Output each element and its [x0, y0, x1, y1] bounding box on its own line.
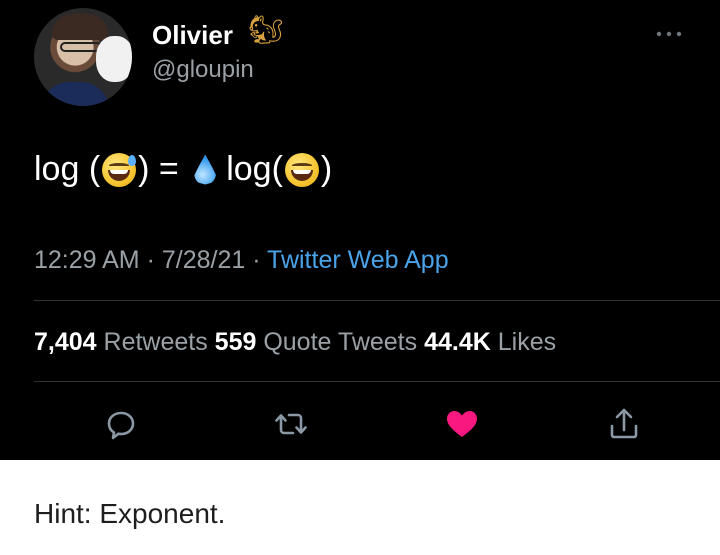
share-icon [610, 408, 638, 439]
more-horizontal-icon [656, 31, 682, 37]
avatar-hair [52, 14, 108, 40]
display-name[interactable]: Olivier [152, 20, 233, 51]
like-button[interactable] [442, 404, 482, 444]
tweet-card: Olivier 🐿 @gloupin log ( ) = log( ) 12:2… [0, 0, 720, 460]
avatar-cat [96, 36, 132, 82]
likes-label: Likes [490, 328, 557, 356]
user-handle[interactable]: @gloupin [152, 56, 254, 84]
tweet-time[interactable]: 12:29 AM [34, 246, 140, 274]
quote-tweets-stat[interactable]: 559 Quote Tweets [215, 328, 424, 356]
retweets-count: 7,404 [34, 328, 97, 356]
droplet-icon [194, 154, 217, 185]
tweet-text-part2: ) = [138, 150, 189, 188]
retweet-button[interactable] [271, 404, 311, 444]
tweet-source-link[interactable]: Twitter Web App [267, 246, 449, 274]
tweet-date[interactable]: 7/28/21 [162, 246, 245, 274]
quote-tweets-label: Quote Tweets [256, 328, 425, 356]
share-button[interactable] [604, 404, 644, 444]
divider [34, 381, 720, 382]
grinning-face-icon [284, 152, 319, 187]
tweet-meta: 12:29 AM · 7/28/21 · Twitter Web App [34, 246, 449, 275]
retweets-label: Retweets [96, 328, 215, 356]
tweet-text-part3: log( [226, 150, 283, 188]
caption-hint: Hint: Exponent. [34, 498, 226, 529]
reply-button[interactable] [101, 404, 141, 444]
grinning-face-with-sweat-icon [102, 152, 137, 187]
likes-stat[interactable]: 44.4K Likes [424, 328, 556, 356]
retweets-stat[interactable]: 7,404 Retweets [34, 328, 215, 356]
avatar-shirt [40, 82, 110, 106]
meta-separator: · [245, 246, 268, 274]
retweet-icon [275, 413, 307, 435]
likes-count: 44.4K [424, 328, 491, 356]
quote-tweets-count: 559 [214, 328, 257, 356]
avatar[interactable] [34, 8, 132, 106]
squirrel-emoji-icon: 🐿 [248, 14, 284, 45]
tweet-stats: 7,404 Retweets 559 Quote Tweets 44.4K Li… [34, 328, 556, 357]
meta-separator: · [139, 246, 162, 274]
tweet-text-part4: ) [320, 150, 333, 188]
heart-fill [447, 411, 477, 437]
reply-icon [107, 411, 135, 440]
divider [34, 300, 720, 301]
more-options-button[interactable] [656, 22, 682, 42]
heart-icon [447, 411, 477, 437]
tweet-text-part1: log ( [34, 150, 101, 188]
tweet-text: log ( ) = log( ) [34, 150, 332, 189]
